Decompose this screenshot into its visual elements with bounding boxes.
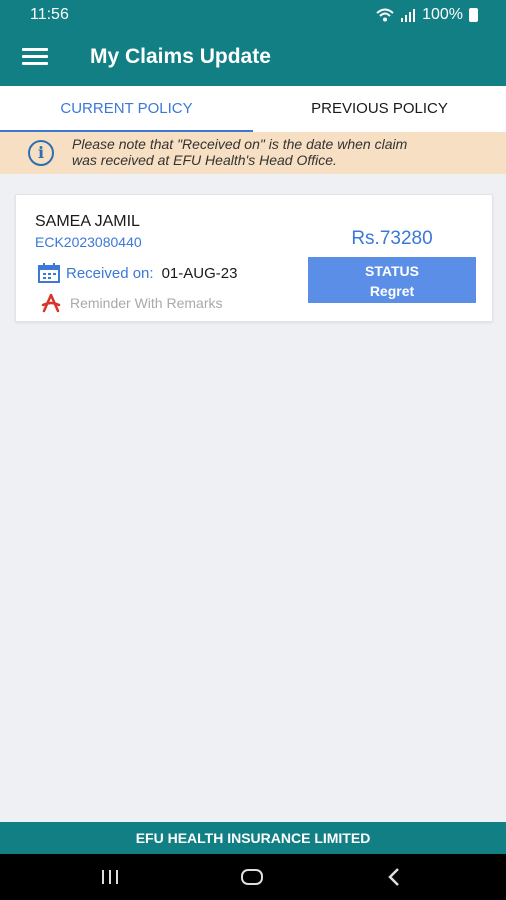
status-time: 11:56 (30, 6, 69, 23)
claimant-name: SAMEA JAMIL (35, 213, 140, 230)
battery-percent: 100% (422, 6, 463, 23)
claim-number: ECK2023080440 (35, 234, 142, 250)
battery-icon (469, 8, 478, 22)
pdf-icon (41, 293, 61, 313)
wifi-icon (376, 8, 394, 22)
status-bar: 11:56 100% (0, 0, 506, 30)
claim-amount: Rs.73280 (351, 228, 433, 249)
calendar-icon (38, 263, 60, 283)
footer-company: EFU HEALTH INSURANCE LIMITED (0, 822, 506, 854)
hamburger-menu-icon[interactable] (22, 48, 48, 68)
reminder-label: Reminder With Remarks (70, 295, 223, 311)
home-icon[interactable] (222, 854, 282, 900)
received-on-date: 01-AUG-23 (161, 264, 238, 282)
received-on-label: Received on: (66, 264, 154, 282)
back-icon[interactable] (364, 854, 424, 900)
received-on-row: Received on: 01-AUG-23 (38, 263, 237, 283)
notice-line-2: was received at EFU Health's Head Office… (72, 152, 337, 168)
claim-card[interactable]: SAMEA JAMIL ECK2023080440 Received on: 0… (15, 194, 493, 322)
status-button[interactable]: STATUS Regret (308, 257, 476, 303)
info-icon: i (28, 140, 54, 166)
notice-line-1: Please note that "Received on" is the da… (72, 136, 408, 152)
tab-current-policy[interactable]: CURRENT POLICY (0, 86, 253, 132)
notice-banner: i Please note that "Received on" is the … (0, 132, 506, 174)
reminder-with-remarks-link[interactable]: Reminder With Remarks (40, 293, 222, 313)
status-value: Regret (369, 283, 415, 299)
tab-previous-policy[interactable]: PREVIOUS POLICY (253, 86, 506, 132)
status-icons: 100% (376, 6, 478, 24)
system-nav-bar (0, 854, 506, 900)
app-bar: My Claims Update (0, 30, 506, 86)
notice-text: Please note that "Received on" is the da… (72, 136, 492, 168)
policy-tabs: CURRENT POLICY PREVIOUS POLICY (0, 86, 506, 132)
recent-apps-icon[interactable] (80, 854, 140, 900)
page-title: My Claims Update (90, 45, 271, 68)
status-label: STATUS (365, 263, 419, 279)
signal-icon (401, 9, 416, 22)
